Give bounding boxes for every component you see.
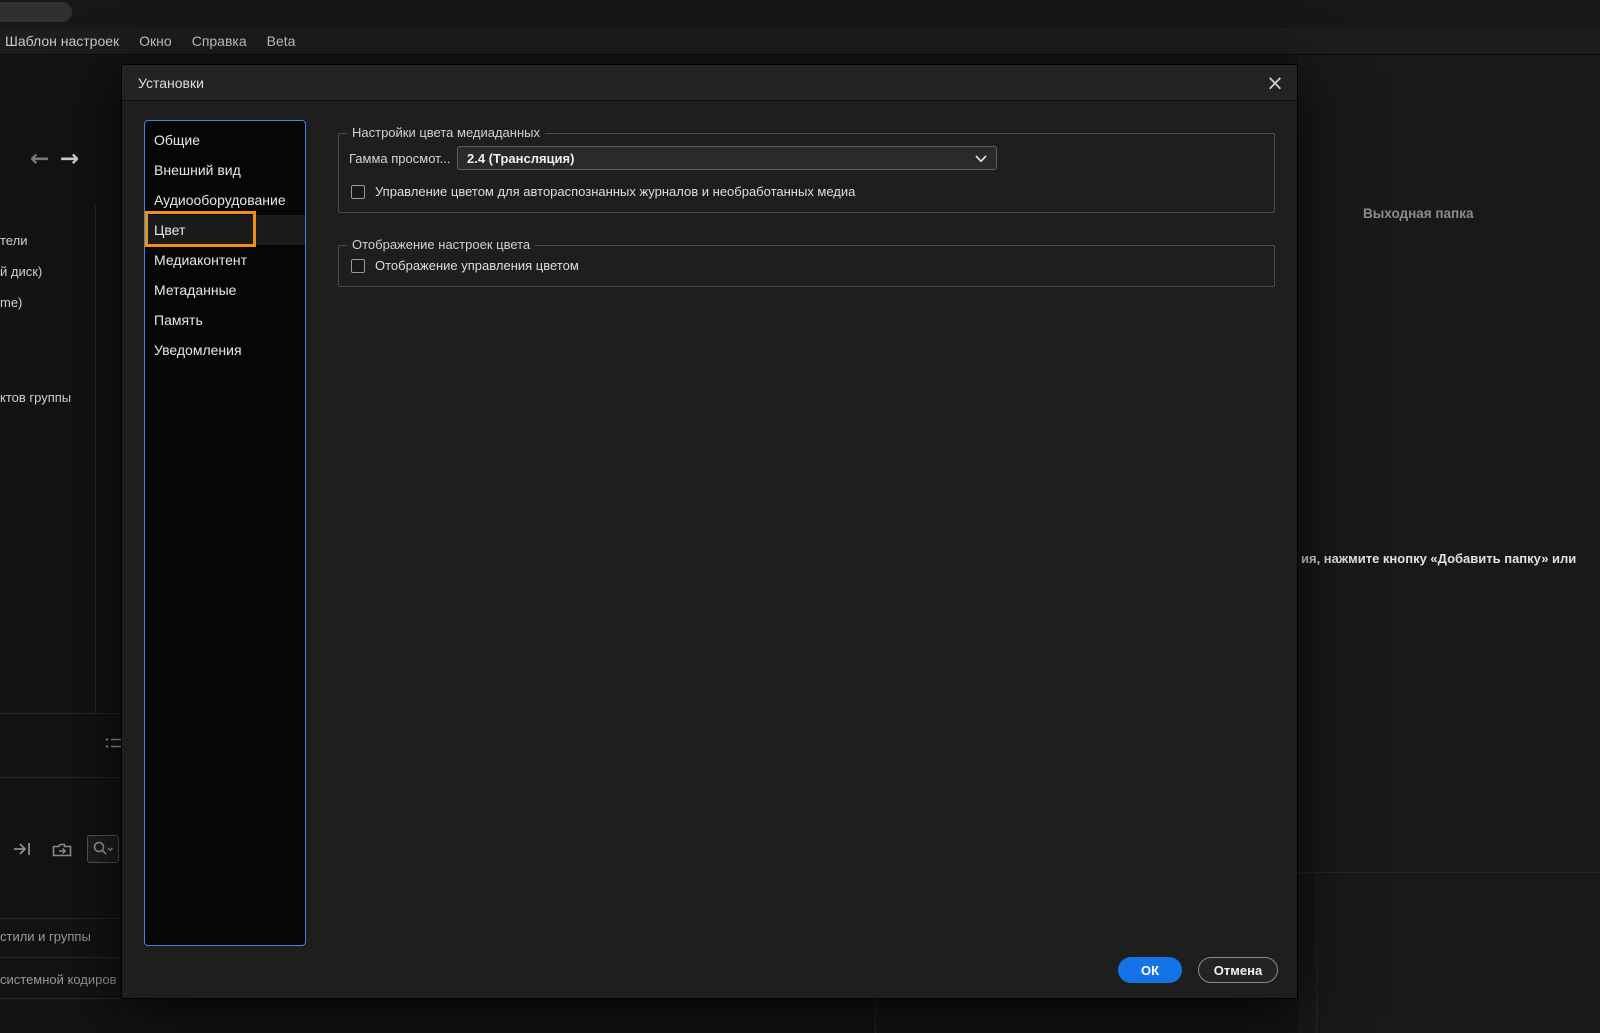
menu-bar: Шаблон настроек Окно Справка Beta [0, 28, 1600, 55]
category-general[interactable]: Общие [145, 125, 305, 155]
category-color[interactable]: Цвет [145, 215, 305, 245]
group-legend: Настройки цвета медиаданных [347, 125, 545, 140]
display-color-checkbox[interactable] [351, 258, 365, 273]
background-left-panel [0, 55, 121, 1033]
color-management-checkbox-row[interactable]: Управление цветом для автораспознанных ж… [351, 184, 855, 199]
category-metadata[interactable]: Метаданные [145, 275, 305, 305]
media-color-settings-group: Настройки цвета медиаданных Гамма просмо… [338, 125, 1275, 213]
panel-divider [0, 918, 121, 919]
checkbox-label: Управление цветом для автораспознанных ж… [375, 184, 856, 199]
gamma-dropdown[interactable]: 2.4 (Трансляция) [457, 146, 997, 170]
tree-item-label[interactable]: тели [0, 233, 27, 248]
settings-category-list: Общие Внешний вид Аудиооборудование Цвет… [144, 120, 306, 946]
preferences-dialog: Установки × Общие Внешний вид Аудиообору… [121, 64, 1298, 999]
category-media[interactable]: Медиаконтент [145, 245, 305, 275]
cancel-button[interactable]: Отмена [1198, 957, 1278, 983]
category-memory[interactable]: Память [145, 305, 305, 335]
category-notifications[interactable]: Уведомления [145, 335, 305, 365]
gamma-row: Гамма просмот... 2.4 (Трансляция) [349, 146, 997, 170]
search-button[interactable] [87, 835, 119, 863]
tree-item-label[interactable]: me) [0, 295, 22, 310]
color-management-checkbox[interactable] [351, 184, 365, 199]
display-color-checkbox-row[interactable]: Отображение управления цветом [351, 258, 579, 273]
window-title-strip [0, 0, 1600, 28]
add-folder-icon[interactable] [51, 841, 73, 858]
gamma-dropdown-value: 2.4 (Трансляция) [467, 150, 575, 166]
tree-item-label[interactable]: й диск) [0, 264, 42, 279]
panel-divider [95, 205, 96, 713]
window-tab-pill[interactable] [0, 2, 72, 22]
menu-item-beta[interactable]: Beta [267, 33, 296, 49]
forward-arrow-icon[interactable]: → [60, 148, 79, 171]
panel-divider [0, 957, 121, 958]
panel-divider [875, 999, 876, 1033]
dialog-titlebar[interactable]: Установки × [122, 65, 1297, 101]
chevron-down-icon [975, 155, 987, 163]
panel-divider [0, 713, 121, 714]
add-folder-hint-text: ия, нажмите кнопку «Добавить папку» или [1301, 551, 1577, 566]
close-icon[interactable]: × [1261, 69, 1289, 97]
group-legend: Отображение настроек цвета [347, 237, 536, 252]
checkbox-label: Отображение управления цветом [375, 258, 579, 273]
panel-divider [0, 998, 121, 999]
ok-button[interactable]: ОК [1118, 957, 1182, 983]
display-color-settings-group: Отображение настроек цвета Отображение у… [338, 237, 1275, 287]
back-arrow-icon[interactable]: ← [30, 148, 49, 171]
panel-divider [1316, 872, 1317, 1033]
menu-item-help[interactable]: Справка [192, 33, 247, 49]
tree-item-label[interactable]: ктов группы [0, 390, 71, 405]
menu-item-window[interactable]: Окно [139, 33, 172, 49]
category-audio-hardware[interactable]: Аудиооборудование [145, 185, 305, 215]
menu-item-preset[interactable]: Шаблон настроек [5, 33, 119, 49]
category-appearance[interactable]: Внешний вид [145, 155, 305, 185]
gamma-label: Гамма просмот... [349, 150, 451, 166]
app-window: Шаблон настроек Окно Справка Beta ← → те… [0, 0, 1600, 1033]
dialog-title: Установки [138, 75, 204, 91]
output-folder-column-header: Выходная папка [1363, 206, 1474, 221]
panel-divider [0, 777, 121, 778]
background-right-panel [1298, 55, 1600, 1033]
list-row-label[interactable]: стили и группы [0, 929, 91, 944]
panel-divider [1298, 872, 1600, 873]
export-icon[interactable] [11, 840, 33, 858]
list-row-label[interactable]: системной кодиров [0, 972, 117, 987]
